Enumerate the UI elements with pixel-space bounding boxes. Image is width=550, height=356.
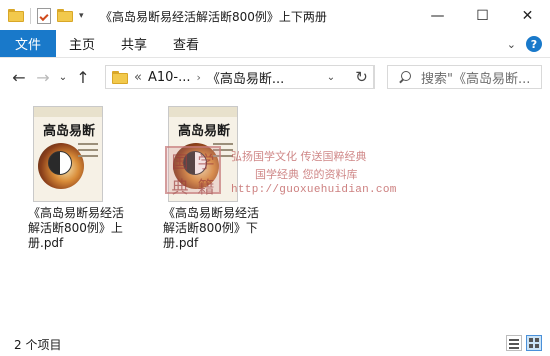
file-name: 《高岛易断易经活解活断800例》上册.pdf xyxy=(28,206,125,250)
tab-file[interactable]: 文件 xyxy=(0,30,56,57)
file-item[interactable]: 高岛易断 《高岛易断易经活解活断800例》下册.pdf xyxy=(163,106,268,251)
thumbnail-title: 高岛易断 xyxy=(42,124,95,139)
ribbon-tabs: 文件 主页 共享 查看 ⌄ ? xyxy=(0,30,550,58)
address-dropdown-button[interactable]: ⌄ xyxy=(319,65,343,89)
yin-yang-icon xyxy=(48,151,72,175)
recent-locations-dropdown[interactable]: ⌄ xyxy=(56,65,70,89)
breadcrumb-separator[interactable]: › xyxy=(197,71,201,84)
file-item[interactable]: 高岛易断 《高岛易断易经活解活断800例》上册.pdf xyxy=(28,106,133,251)
thumbnail-title: 高岛易断 xyxy=(177,124,230,139)
folder-icon xyxy=(8,9,24,22)
status-bar: 2 个项目 xyxy=(0,332,550,356)
refresh-button[interactable]: ↻ xyxy=(349,65,375,89)
file-list: 高岛易断 《高岛易断易经活解活断800例》上册.pdf 高岛易断 《高岛易断易经… xyxy=(0,96,550,332)
search-icon xyxy=(398,70,411,84)
ribbon-right-controls: ⌄ ? xyxy=(507,36,542,52)
pdf-thumbnail: 高岛易断 xyxy=(168,106,238,202)
close-button[interactable]: ✕ xyxy=(505,0,550,31)
file-name: 《高岛易断易经活解活断800例》下册.pdf xyxy=(163,206,260,250)
item-count: 2 个项目 xyxy=(14,337,62,352)
search-placeholder: 搜索"《高岛易断... xyxy=(421,71,531,87)
minimize-button[interactable]: — xyxy=(415,0,460,31)
details-view-button[interactable] xyxy=(506,335,522,351)
view-switcher xyxy=(506,335,542,351)
breadcrumb-a10[interactable]: A10-... xyxy=(148,70,191,85)
quick-access-toolbar: ▾ xyxy=(0,0,84,31)
properties-icon[interactable] xyxy=(37,7,51,24)
large-icons-view-button[interactable] xyxy=(526,335,542,351)
window-controls: — ☐ ✕ xyxy=(415,0,550,31)
yin-yang-icon xyxy=(183,151,207,175)
customize-quick-access-dropdown[interactable]: ▾ xyxy=(79,11,84,21)
breadcrumb-current[interactable]: 《高岛易断... xyxy=(207,68,284,87)
new-folder-icon[interactable] xyxy=(57,9,73,22)
tab-share[interactable]: 共享 xyxy=(108,30,160,57)
search-input[interactable]: 搜索"《高岛易断... xyxy=(387,65,542,89)
expand-ribbon-icon[interactable]: ⌄ xyxy=(507,38,516,51)
pdf-thumbnail: 高岛易断 xyxy=(33,106,103,202)
divider xyxy=(30,7,31,24)
title-bar: ▾ 《高岛易断易经活解活断800例》上下两册 — ☐ ✕ xyxy=(0,0,550,31)
tab-home[interactable]: 主页 xyxy=(56,30,108,57)
tab-view[interactable]: 查看 xyxy=(160,30,212,57)
address-overflow[interactable]: « xyxy=(134,70,142,85)
back-button[interactable]: ← xyxy=(8,65,30,89)
maximize-button[interactable]: ☐ xyxy=(460,0,505,31)
window-title: 《高岛易断易经活解活断800例》上下两册 xyxy=(100,10,327,24)
navigation-bar: ← → ⌄ ↑ « A10-... › 《高岛易断... ⌄ ↻ 搜索"《高岛易… xyxy=(0,58,550,96)
forward-button[interactable]: → xyxy=(32,65,54,89)
help-icon[interactable]: ? xyxy=(526,36,542,52)
up-button[interactable]: ↑ xyxy=(72,65,94,89)
folder-icon xyxy=(112,70,128,84)
